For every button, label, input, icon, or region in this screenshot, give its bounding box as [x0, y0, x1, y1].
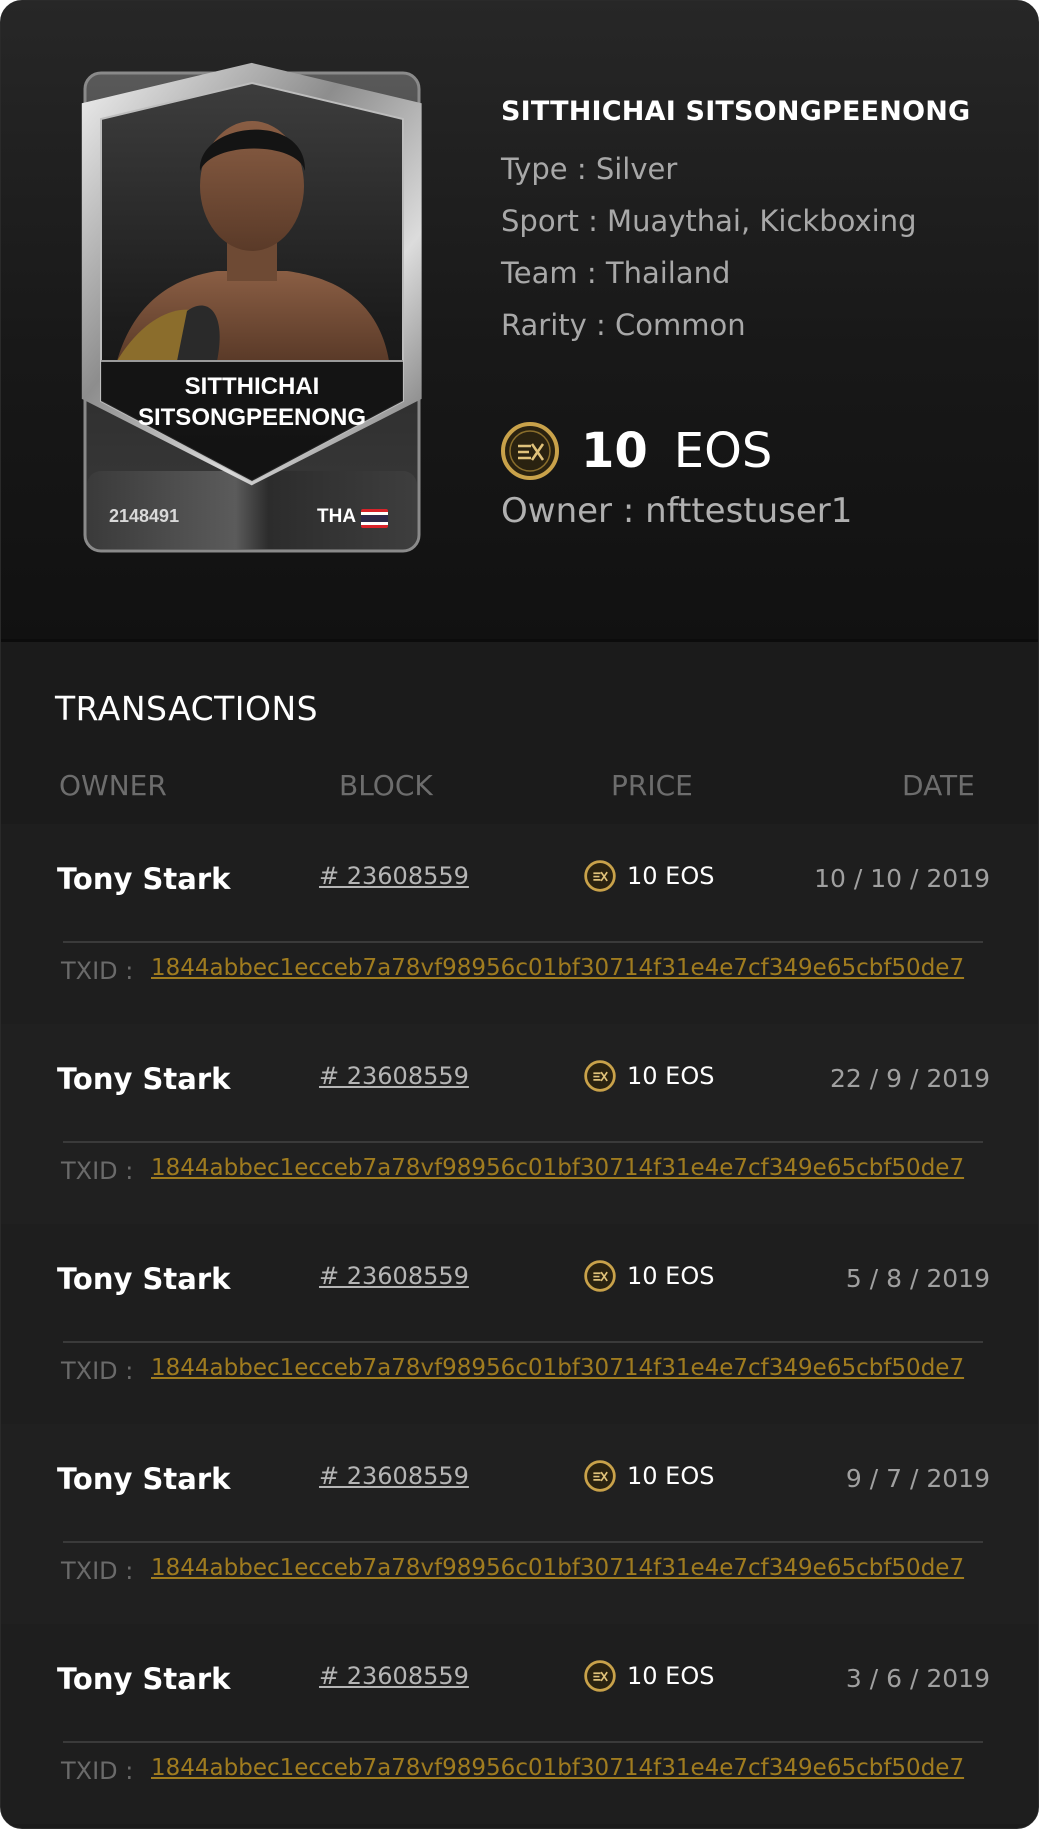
transaction-price: 10 EOS [584, 1056, 714, 1096]
transaction-row: Tony Stark # 23608559 10 EOS 9 / 7 / 201… [1, 1424, 1038, 1624]
transaction-owner: Tony Stark [57, 1062, 231, 1096]
player-card-frame [81, 62, 422, 553]
transaction-block-link[interactable]: # 23608559 [319, 1462, 469, 1490]
player-rarity: Rarity : Common [501, 308, 746, 342]
player-name: SITTHICHAI SITSONGPEENONG [501, 96, 971, 127]
transaction-price: 10 EOS [584, 856, 714, 896]
transaction-price-value: 10 EOS [627, 1262, 715, 1290]
txid-link[interactable]: 1844abbec1ecceb7a78vf98956c01bf30714f31e… [151, 1555, 964, 1581]
row-divider [63, 1741, 983, 1743]
card-player-name-line1: SITTHICHAI [184, 373, 320, 400]
txid-link[interactable]: 1844abbec1ecceb7a78vf98956c01bf30714f31e… [151, 1155, 964, 1181]
transaction-row: Tony Stark # 23608559 10 EOS 5 / 8 / 201… [1, 1224, 1038, 1424]
transaction-price: 10 EOS [584, 1656, 714, 1696]
nft-card-detail-panel: SITTHICHAI SITSONGPEENONG 2148491 THA SI… [0, 0, 1039, 1829]
transaction-date: 10 / 10 / 2019 [814, 864, 990, 893]
eos-coin-icon [584, 1060, 616, 1092]
txid-link[interactable]: 1844abbec1ecceb7a78vf98956c01bf30714f31e… [151, 1355, 964, 1381]
row-divider [63, 1341, 983, 1343]
transaction-row: Tony Stark # 23608559 10 EOS 10 / 10 / 2… [1, 824, 1038, 1024]
txid-label: TXID : [61, 1157, 134, 1185]
transaction-block-link[interactable]: # 23608559 [319, 862, 469, 890]
eos-coin-icon [584, 860, 616, 892]
transaction-owner: Tony Stark [57, 1662, 231, 1696]
transaction-price: 10 EOS [584, 1456, 714, 1496]
card-serial-number: 2148491 [109, 506, 180, 526]
transaction-price-value: 10 EOS [627, 862, 715, 890]
txid-label: TXID : [61, 957, 134, 985]
transaction-price-value: 10 EOS [627, 1662, 715, 1690]
txid-link[interactable]: 1844abbec1ecceb7a78vf98956c01bf30714f31e… [151, 955, 964, 981]
transaction-owner: Tony Stark [57, 1262, 231, 1296]
transaction-price-value: 10 EOS [627, 1062, 715, 1090]
row-divider [63, 941, 983, 943]
txid-label: TXID : [61, 1757, 134, 1785]
card-price: 10 EOS [501, 416, 772, 486]
column-header-owner: OWNER [59, 769, 167, 802]
column-header-date: DATE [902, 769, 975, 802]
card-country-code: THA [317, 506, 357, 527]
card-detail-header: SITTHICHAI SITSONGPEENONG 2148491 THA SI… [1, 1, 1038, 642]
card-owner: Owner : nfttestuser1 [501, 491, 853, 531]
eos-coin-icon [584, 1260, 616, 1292]
row-divider [63, 1141, 983, 1143]
transaction-block-link[interactable]: # 23608559 [319, 1262, 469, 1290]
thailand-flag-icon [361, 509, 388, 528]
column-header-block: BLOCK [339, 769, 433, 802]
txid-label: TXID : [61, 1357, 134, 1385]
card-player-name-line2: SITSONGPEENONG [137, 404, 367, 431]
player-sport: Sport : Muaythai, Kickboxing [501, 204, 917, 238]
player-type: Type : Silver [501, 152, 678, 186]
transaction-block-link[interactable]: # 23608559 [319, 1062, 469, 1090]
player-card[interactable]: SITTHICHAI SITSONGPEENONG 2148491 THA [77, 61, 427, 561]
transaction-block-link[interactable]: # 23608559 [319, 1662, 469, 1690]
eos-coin-icon [501, 422, 559, 480]
transaction-row: Tony Stark # 23608559 10 EOS 22 / 9 / 20… [1, 1024, 1038, 1224]
column-header-price: PRICE [611, 769, 693, 802]
transaction-row: Tony Stark # 23608559 10 EOS 3 / 6 / 201… [1, 1624, 1038, 1824]
transaction-owner: Tony Stark [57, 862, 231, 896]
transaction-price: 10 EOS [584, 1256, 714, 1296]
eos-coin-icon [584, 1660, 616, 1692]
transactions-title: TRANSACTIONS [55, 689, 319, 728]
txid-label: TXID : [61, 1557, 134, 1585]
transaction-owner: Tony Stark [57, 1462, 231, 1496]
price-currency: EOS [673, 423, 773, 479]
txid-link[interactable]: 1844abbec1ecceb7a78vf98956c01bf30714f31e… [151, 1755, 964, 1781]
transaction-date: 5 / 8 / 2019 [845, 1264, 990, 1293]
price-value: 10 [581, 423, 648, 479]
row-divider [63, 1541, 983, 1543]
transaction-date: 9 / 7 / 2019 [845, 1464, 990, 1493]
transaction-price-value: 10 EOS [627, 1462, 715, 1490]
eos-coin-icon [584, 1460, 616, 1492]
transaction-date: 22 / 9 / 2019 [830, 1064, 990, 1093]
player-team: Team : Thailand [501, 256, 731, 290]
transaction-date: 3 / 6 / 2019 [845, 1664, 990, 1693]
player-info: SITTHICHAI SITSONGPEENONG Type : Silver … [501, 96, 970, 351]
